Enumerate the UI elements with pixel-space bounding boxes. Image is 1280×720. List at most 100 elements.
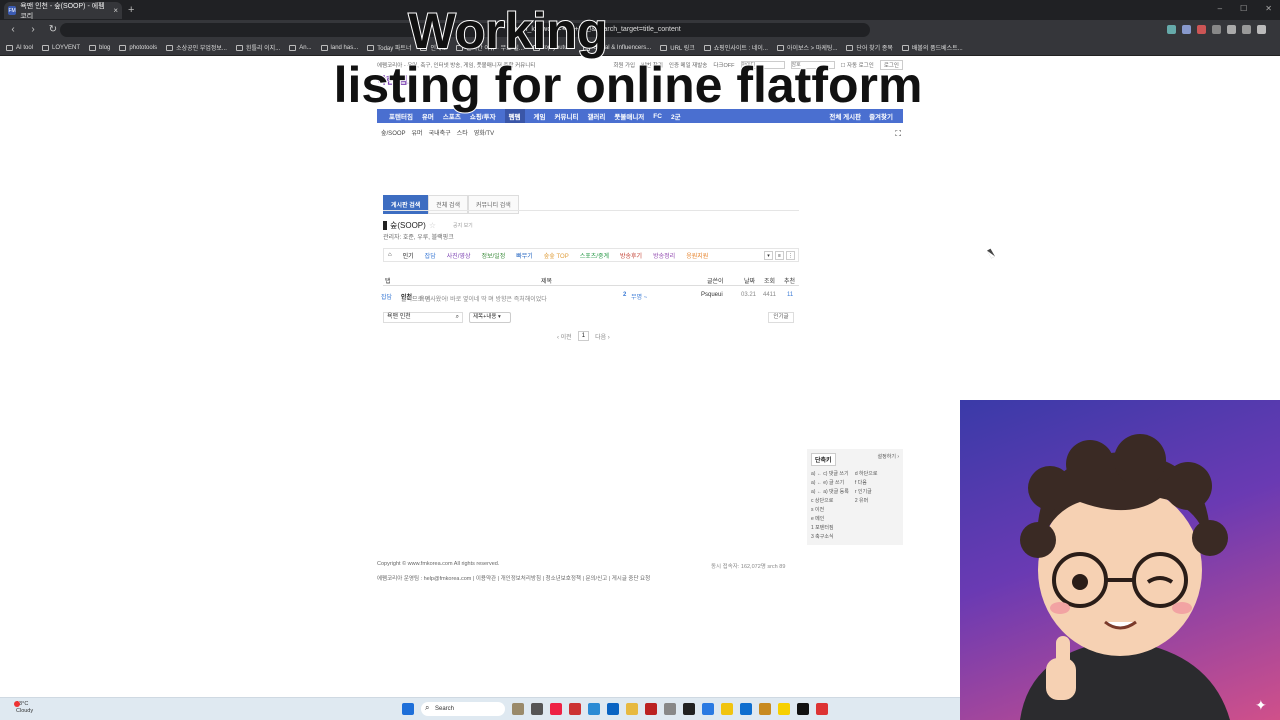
app-icon[interactable] xyxy=(816,703,828,715)
favorite-star-icon[interactable]: ☆ xyxy=(429,221,436,230)
auto-login-checkbox[interactable]: ☐ 자동 로그인 xyxy=(841,61,874,69)
address-bar[interactable]: earch_keyword=욕맨+인천&search_target=title_… xyxy=(60,23,870,37)
new-tab-button[interactable]: + xyxy=(128,4,134,16)
current-page[interactable]: 1 xyxy=(577,331,590,341)
maximize-icon[interactable]: ☐ xyxy=(1240,4,1247,13)
signup-link[interactable]: 회원 가입 xyxy=(613,61,635,69)
dropdown-icon[interactable]: ▾ xyxy=(764,250,773,260)
nav-right-item[interactable]: 즐겨찾기 xyxy=(869,111,893,121)
extension-icon[interactable] xyxy=(1212,25,1221,34)
bookmark-item[interactable]: Social & Influencers... xyxy=(583,44,651,51)
bookmark-item[interactable]: phototools xyxy=(119,44,157,51)
extension-icon[interactable] xyxy=(1227,25,1236,34)
site-logo[interactable]: 착한 펨코 xyxy=(377,72,417,87)
back-icon[interactable]: ‹ xyxy=(6,23,20,37)
app-icon[interactable] xyxy=(645,703,657,715)
category-item[interactable]: 방송정리 xyxy=(653,251,675,260)
prev-page[interactable]: ‹ 이전 xyxy=(557,332,572,341)
tab-board-search[interactable]: 게시판 검색 xyxy=(383,195,429,214)
bookmark-item[interactable]: 소상공인 부업정보... xyxy=(166,43,227,52)
browser-tab-active[interactable]: FM 욕맨 인천 - 숲(SOOP) - 에펨코리 × xyxy=(4,2,122,20)
expand-icon[interactable]: ⛶ xyxy=(895,129,901,139)
extension-icon[interactable] xyxy=(1197,25,1206,34)
dark-mode-toggle[interactable]: 다크OFF xyxy=(713,61,734,69)
nav-item[interactable]: 게임 xyxy=(534,111,546,121)
extension-icon[interactable] xyxy=(1242,25,1251,34)
category-item[interactable]: 스포츠/중계 xyxy=(580,251,609,260)
table-row[interactable]: 잡담 클리드 욕맨 인천 으로 이사왔어! 바로 옆이네 딱 며 방향은 즉처해이… xyxy=(381,290,799,303)
bookmark-item[interactable]: An... xyxy=(289,44,312,51)
outlook-icon[interactable] xyxy=(607,703,619,715)
category-item[interactable]: 정보/일정 xyxy=(481,251,505,260)
nav-item[interactable]: 2군 xyxy=(671,111,681,121)
nav-item[interactable]: 풋볼매니저 xyxy=(614,111,644,121)
tab-close-icon[interactable]: × xyxy=(113,6,118,15)
brave-icon[interactable] xyxy=(550,703,562,715)
minimize-icon[interactable]: – xyxy=(1218,4,1222,13)
password-input[interactable] xyxy=(790,61,835,69)
app-icon[interactable] xyxy=(797,703,809,715)
category-item[interactable]: 방송후기 xyxy=(620,251,642,260)
category-item[interactable]: 숲숲 TOP xyxy=(544,251,569,260)
category-item[interactable]: 응원지원 xyxy=(686,251,708,260)
weather-widget[interactable]: 13°C Cloudy xyxy=(14,701,33,715)
category-item[interactable]: 빠무기 xyxy=(516,251,533,260)
tab-community-search[interactable]: 커뮤니티 검색 xyxy=(468,195,519,214)
vivaldi-icon[interactable] xyxy=(569,703,581,715)
subnav-item[interactable]: 영화/TV xyxy=(474,128,494,137)
taskbar-search[interactable]: Search xyxy=(421,701,505,716)
app-icon[interactable] xyxy=(664,703,676,715)
nav-item[interactable]: 갤러리 xyxy=(587,111,605,121)
nav-item[interactable]: 쇼핑/투자 xyxy=(470,111,496,121)
app-icon[interactable] xyxy=(702,703,714,715)
comment-count[interactable]: 2 xyxy=(623,292,626,298)
notion-icon[interactable] xyxy=(683,703,695,715)
bookmark-item[interactable]: 쇼핑인사이트 : 네이... xyxy=(703,43,768,52)
category-item[interactable]: 잡담 xyxy=(425,251,436,260)
app-icon[interactable] xyxy=(512,703,524,715)
extension-icon[interactable] xyxy=(1182,25,1191,34)
app-icon[interactable] xyxy=(759,703,771,715)
category-item[interactable]: 사진/영상 xyxy=(447,251,471,260)
grid-view-icon[interactable]: ⋮ xyxy=(786,250,795,260)
board-title[interactable]: 숲(SOOP) xyxy=(390,220,426,231)
nav-item[interactable]: 유머 xyxy=(422,111,434,121)
bookmark-item[interactable]: land has... xyxy=(320,44,358,51)
app-icon[interactable] xyxy=(740,703,752,715)
row-author[interactable]: Psqueui xyxy=(701,292,723,298)
next-page[interactable]: 다음 › xyxy=(595,332,610,341)
category-item[interactable]: 인기 xyxy=(403,251,414,260)
bookmark-item[interactable]: Today 파트너 xyxy=(367,43,411,52)
subnav-item[interactable]: 국내축구 xyxy=(429,128,451,137)
extension-icon[interactable] xyxy=(1167,25,1176,34)
app-icon[interactable] xyxy=(588,703,600,715)
id-input[interactable] xyxy=(740,61,785,69)
app-icon[interactable] xyxy=(531,703,543,715)
bookmark-item[interactable]: LOYVENT xyxy=(42,44,80,51)
tab-all-search[interactable]: 전체 검색 xyxy=(428,195,469,214)
nav-item[interactable]: FC xyxy=(653,113,662,120)
bookmark-item[interactable]: 단어 찾기 종목 xyxy=(846,43,893,52)
list-view-icon[interactable]: ≡ xyxy=(775,250,784,260)
bookmark-item[interactable]: 실시간 이슈 · 무료 실... xyxy=(456,43,524,52)
bookmark-item[interactable]: 배볼의 품드베스트... xyxy=(901,43,963,52)
board-search-input[interactable]: 욕맨 인천 ⌕ xyxy=(383,312,463,323)
search-icon[interactable]: ⌕ xyxy=(456,313,459,322)
row-category[interactable]: 잡담 xyxy=(381,292,392,301)
nav-item[interactable]: 포텐터짐 xyxy=(389,111,413,121)
row-title[interactable]: 클리드 욕맨 인천 으로 이사왔어! 바로 옆이네 딱 며 방향은 즉처해이었다 xyxy=(401,292,547,303)
notice-toggle[interactable]: 공지 보기 xyxy=(453,222,473,229)
bookmark-item[interactable]: 인재로 xyxy=(420,43,447,52)
nav-item[interactable]: 펨펨 xyxy=(504,109,525,123)
subnav-item[interactable]: 숲/SOOP xyxy=(381,128,406,137)
app-icon[interactable] xyxy=(721,703,733,715)
search-target-select[interactable]: 제목+내용 ▾ xyxy=(469,312,511,323)
find-password-link[interactable]: 비번 찾기 xyxy=(641,61,663,69)
popular-button[interactable]: 인기글 xyxy=(768,312,794,323)
forward-icon[interactable]: › xyxy=(26,23,40,37)
nav-right-item[interactable]: 전체 게시판 xyxy=(829,111,861,121)
bookmark-item[interactable]: 흰틀리 이지... xyxy=(235,43,280,52)
home-icon[interactable]: ⌂ xyxy=(388,252,392,258)
kakaotalk-icon[interactable] xyxy=(778,703,790,715)
bookmark-item[interactable]: 아이보스 > 마케팅... xyxy=(776,43,837,52)
